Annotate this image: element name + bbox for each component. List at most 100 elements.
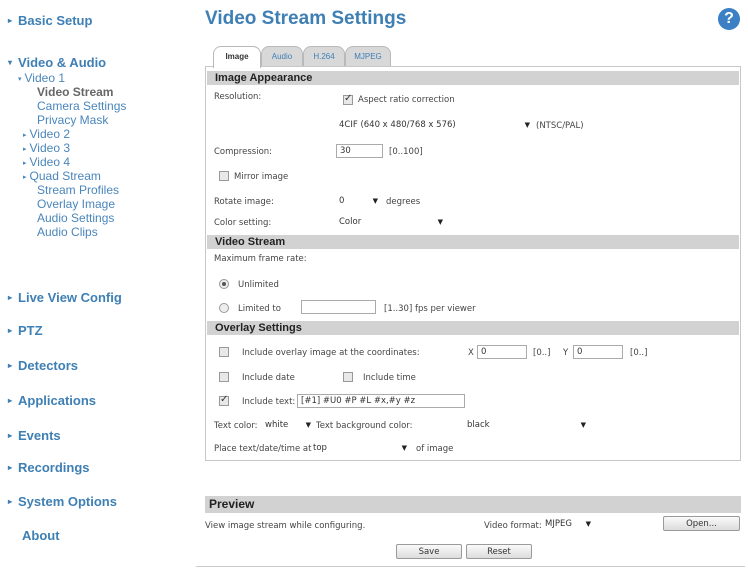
caret-down-icon: ▼	[372, 197, 378, 205]
resolution-label: Resolution:	[214, 92, 262, 102]
help-icon[interactable]: ?	[718, 8, 740, 30]
chevron-right-icon: ▸	[8, 396, 13, 405]
nav-video-3[interactable]: ▸ Video 3	[23, 142, 70, 156]
limited-fps-range: [1..30] fps per viewer	[384, 304, 476, 314]
text-color-label: Text color:	[214, 421, 258, 431]
caret-down-icon: ▼	[580, 421, 586, 429]
chevron-right-icon: ▸	[23, 132, 27, 139]
nav-system-options[interactable]: ▸ System Options	[8, 494, 117, 509]
overlay-y-input[interactable]: 0	[573, 345, 623, 359]
max-frame-rate-label: Maximum frame rate:	[214, 254, 307, 264]
nav-detectors[interactable]: ▸ Detectors	[8, 358, 78, 373]
tab-audio[interactable]: Audio	[261, 46, 303, 66]
unlimited-radio[interactable]	[219, 279, 229, 289]
nav-basic-setup[interactable]: ▸ Basic Setup	[8, 13, 92, 28]
overlay-y-label: Y	[563, 348, 569, 358]
nav-audio-clips[interactable]: Audio Clips	[37, 226, 98, 239]
preview-description: View image stream while configuring.	[205, 521, 366, 531]
chevron-right-icon: ▸	[8, 293, 13, 302]
footer-divider	[196, 566, 745, 567]
caret-down-icon: ▼	[401, 444, 407, 452]
place-text-suffix: of image	[416, 444, 454, 454]
video-format-label: Video format:	[484, 521, 542, 531]
unlimited-label: Unlimited	[238, 280, 279, 290]
chevron-right-icon: ▸	[23, 160, 27, 167]
nav-video-1[interactable]: ▾ Video 1	[18, 72, 65, 86]
limited-to-radio[interactable]	[219, 303, 229, 313]
caret-down-icon: ▼	[585, 520, 591, 528]
include-text-checkbox[interactable]	[219, 394, 229, 406]
nav-video-stream[interactable]: Video Stream	[37, 86, 113, 99]
chevron-right-icon: ▸	[8, 361, 13, 370]
color-setting-select[interactable]: Color ▼	[336, 215, 446, 230]
include-text-input[interactable]: [#1] #U0 #P #L #x,#y #z	[297, 394, 465, 408]
nav-overlay-image[interactable]: Overlay Image	[37, 198, 115, 211]
nav-video-audio[interactable]: ▾ Video & Audio	[8, 55, 106, 70]
chevron-right-icon: ▸	[8, 463, 13, 472]
include-overlay-checkbox[interactable]	[219, 347, 229, 357]
sidebar: ▸ Basic Setup ▾ Video & Audio ▾ Video 1 Vid…	[0, 0, 190, 573]
chevron-right-icon: ▸	[23, 174, 27, 181]
resolution-select[interactable]: 4CIF (640 x 480/768 x 576) ▼	[336, 118, 533, 133]
settings-panel: Image Appearance Resolution: Aspect rati…	[205, 66, 741, 461]
nav-camera-settings[interactable]: Camera Settings	[37, 100, 126, 113]
place-text-select[interactable]: top ▼	[310, 441, 410, 456]
text-bg-color-label: Text background color:	[316, 421, 413, 431]
nav-stream-profiles[interactable]: Stream Profiles	[37, 184, 119, 197]
nav-video-2[interactable]: ▸ Video 2	[23, 128, 70, 142]
chevron-down-icon: ▾	[8, 58, 13, 67]
chevron-right-icon: ▸	[23, 146, 27, 153]
overlay-x-label: X	[468, 348, 474, 358]
rotate-label: Rotate image:	[214, 197, 274, 207]
tab-mjpeg[interactable]: MJPEG	[345, 46, 391, 66]
chevron-down-icon: ▾	[18, 76, 22, 83]
nav-recordings[interactable]: ▸ Recordings	[8, 460, 90, 475]
text-bg-color-select[interactable]: black ▼	[464, 418, 589, 433]
chevron-right-icon: ▸	[8, 497, 13, 506]
nav-audio-settings[interactable]: Audio Settings	[37, 212, 114, 225]
limited-to-label: Limited to	[238, 304, 281, 314]
nav-live-view-config[interactable]: ▸ Live View Config	[8, 290, 122, 305]
rotate-select[interactable]: 0 ▼	[336, 194, 381, 209]
text-color-select[interactable]: white ▼	[262, 418, 314, 433]
place-text-label: Place text/date/time at	[214, 444, 312, 454]
nav-ptz[interactable]: ▸ PTZ	[8, 323, 43, 338]
include-time-checkbox[interactable]	[343, 372, 353, 382]
reset-button[interactable]: Reset	[466, 544, 532, 559]
include-date-checkbox[interactable]	[219, 372, 229, 382]
page-title: Video Stream Settings	[205, 8, 407, 29]
resolution-suffix: (NTSC/PAL)	[536, 121, 584, 131]
compression-range: [0..100]	[389, 147, 423, 157]
overlay-y-range: [0..]	[630, 348, 648, 358]
tab-h264[interactable]: H.264	[303, 46, 345, 66]
nav-applications[interactable]: ▸ Applications	[8, 393, 96, 408]
rotate-unit: degrees	[386, 197, 421, 207]
include-date-label: Include date	[242, 373, 295, 383]
include-time-label: Include time	[363, 373, 416, 383]
caret-down-icon: ▼	[305, 421, 311, 429]
caret-down-icon: ▼	[437, 218, 443, 226]
limited-fps-input[interactable]	[301, 300, 376, 314]
nav-events[interactable]: ▸ Events	[8, 428, 61, 443]
overlay-x-input[interactable]: 0	[477, 345, 527, 359]
aspect-ratio-checkbox[interactable]	[343, 93, 353, 105]
color-setting-label: Color setting:	[214, 218, 272, 228]
section-video-stream: Video Stream	[207, 235, 739, 249]
compression-label: Compression:	[214, 147, 273, 157]
mirror-image-checkbox[interactable]	[219, 171, 229, 181]
tab-image[interactable]: Image	[213, 46, 261, 68]
nav-privacy-mask[interactable]: Privacy Mask	[37, 114, 108, 127]
nav-quad-stream[interactable]: ▸ Quad Stream	[23, 170, 101, 184]
chevron-right-icon: ▸	[8, 431, 13, 440]
chevron-right-icon: ▸	[8, 326, 13, 335]
caret-down-icon: ▼	[524, 121, 530, 129]
section-image-appearance: Image Appearance	[207, 71, 739, 85]
compression-input[interactable]: 30	[336, 144, 383, 158]
nav-video-4[interactable]: ▸ Video 4	[23, 156, 70, 170]
overlay-x-range: [0..]	[533, 348, 551, 358]
video-format-select[interactable]: MJPEG ▼	[542, 517, 594, 532]
section-preview: Preview	[205, 496, 741, 513]
nav-about[interactable]: About	[22, 528, 60, 543]
save-button[interactable]: Save	[396, 544, 462, 559]
open-preview-button[interactable]: Open...	[663, 516, 740, 531]
